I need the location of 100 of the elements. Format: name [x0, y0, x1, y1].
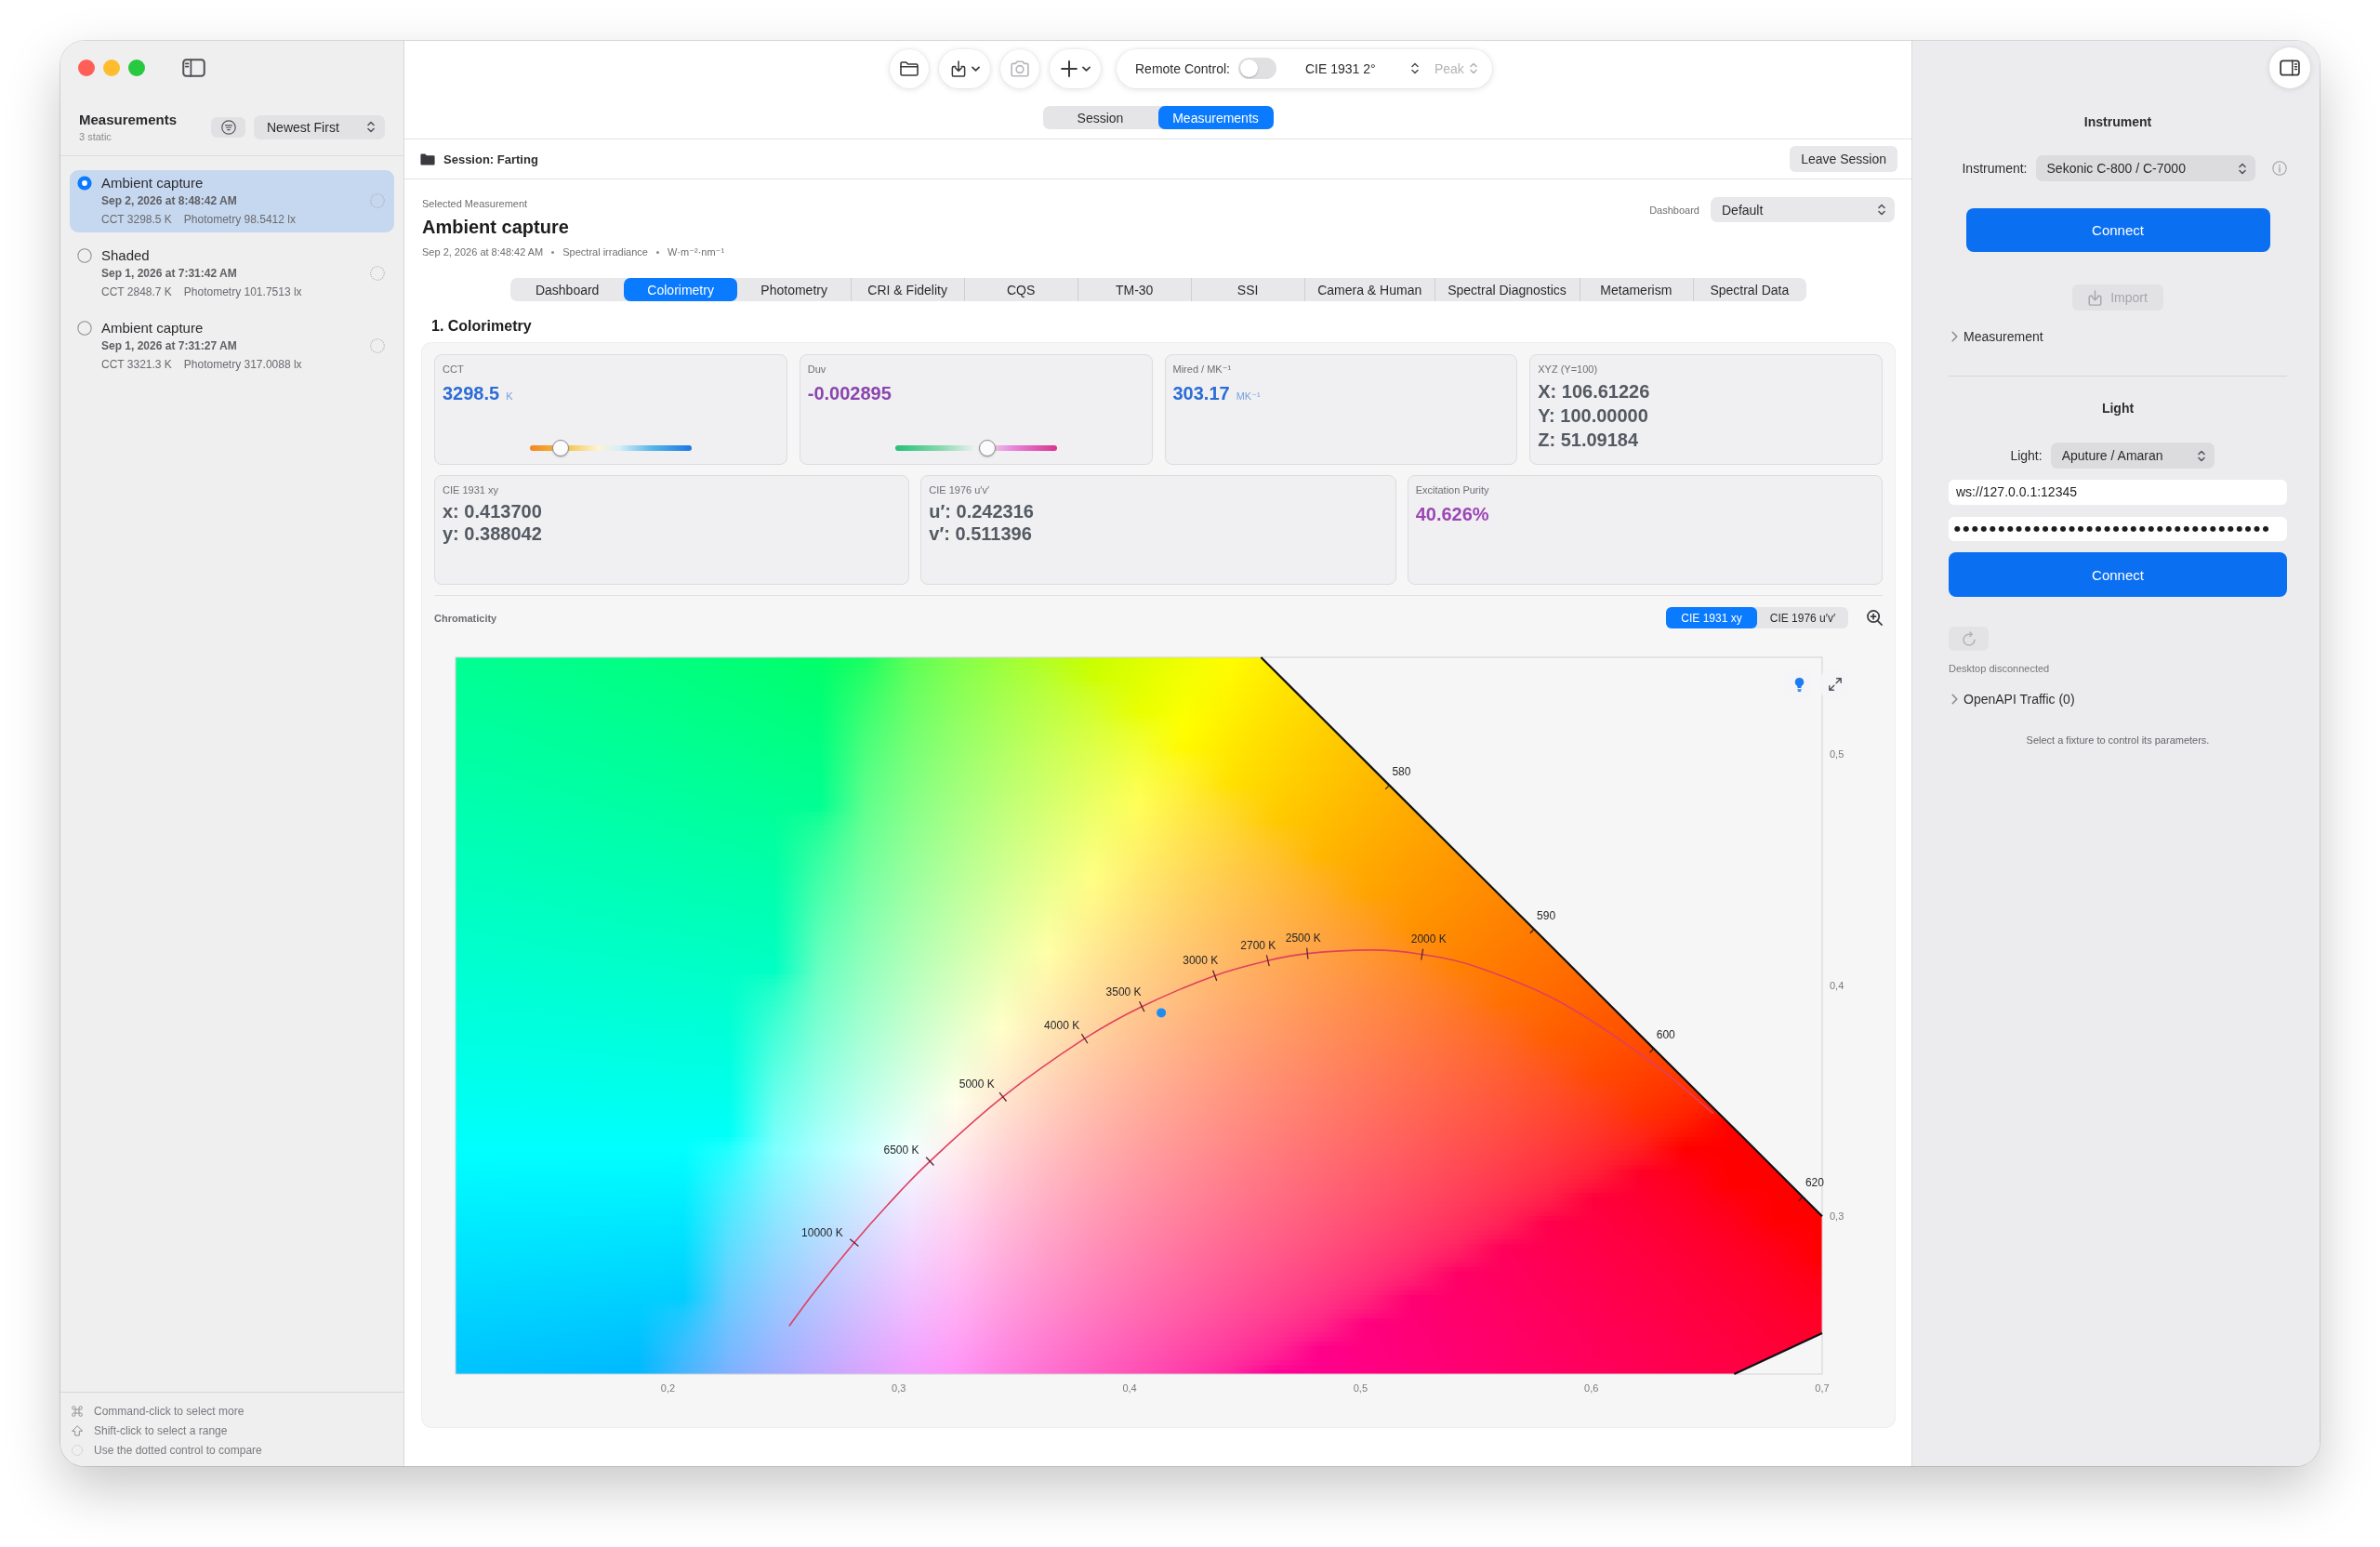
view-tab[interactable]: Measurements	[1157, 106, 1274, 129]
axis-tick-label: 0,7	[1815, 1382, 1830, 1394]
measurement-row[interactable]: Shaded Sep 1, 2026 at 7:31:42 AM CCT 2848.7 K Photometry 101.7513 lx	[70, 243, 394, 305]
cct-reading: CCT 3321.3 K	[101, 357, 172, 373]
tray-arrow-icon	[2088, 289, 2103, 306]
cct-label: 4000 K	[1044, 1018, 1080, 1032]
metric-line: X: 106.61226	[1538, 380, 1651, 403]
gauge-thumb[interactable]	[978, 440, 996, 456]
dotted-circle-icon[interactable]	[370, 266, 385, 281]
info-icon[interactable]	[2271, 161, 2287, 176]
leave-session-button[interactable]: Leave Session	[1790, 146, 1897, 172]
cct-reading: CCT 2848.7 K	[101, 284, 172, 300]
sidebar-title: Measurements	[79, 110, 178, 129]
open-folder-button[interactable]	[890, 48, 929, 88]
minimize-button[interactable]	[103, 60, 120, 76]
lightbulb-icon	[1793, 676, 1805, 693]
measurement-row[interactable]: Ambient capture Sep 1, 2026 at 7:31:27 AM CCT 3321.3 K Photometry 317.0088 lx	[70, 315, 394, 377]
tray-arrow-icon	[949, 60, 968, 77]
zoom-in-icon[interactable]	[1867, 610, 1883, 626]
chevron-right-icon	[1951, 331, 1958, 342]
disclosure-toggle[interactable]: Measurement	[1951, 327, 2043, 346]
cct-label: 2700 K	[1240, 938, 1276, 952]
plus-icon	[1060, 60, 1078, 77]
wavelength-label: 620	[1805, 1176, 1824, 1190]
tab[interactable]: TM-30	[1078, 278, 1192, 301]
observer-popup[interactable]: CIE 1931 2°	[1301, 56, 1422, 81]
cct-tick	[998, 1091, 1008, 1103]
measurement-title: Ambient capture	[422, 216, 570, 239]
tab[interactable]: SSI	[1191, 278, 1305, 301]
disclosure-toggle[interactable]: OpenAPI Traffic (0)	[1951, 690, 2075, 708]
hint-text: Use the dotted control to compare	[94, 1443, 262, 1457]
axis-tick-label: 0,3	[1830, 1210, 1844, 1222]
dotted-circle-icon[interactable]	[370, 193, 385, 208]
remote-control-switch[interactable]	[1237, 58, 1276, 79]
tab[interactable]: Photometry	[737, 278, 852, 301]
meta-text: Spectral irradiance	[562, 245, 648, 259]
diagram-tab[interactable]: CIE 1976 u′v′	[1757, 607, 1848, 628]
zoom-button[interactable]	[128, 60, 145, 76]
dashboard-popup[interactable]: Default	[1711, 197, 1895, 222]
measurement-name: Shaded	[101, 247, 151, 264]
dashboard-label: Dashboard	[1649, 204, 1699, 216]
radio-button[interactable]	[77, 248, 92, 263]
metric-line: u′: 0.242316	[929, 500, 1035, 522]
dotted-circle-icon[interactable]	[370, 338, 385, 353]
measurement-name: Ambient capture	[101, 320, 205, 337]
expand-icon	[1829, 678, 1842, 691]
updown-chevron-icon	[1410, 62, 1419, 74]
hint-text: Command-click to select more	[94, 1404, 245, 1418]
connect-button[interactable]: Connect	[1949, 552, 2287, 597]
light-popup[interactable]: Aputure / Amaran	[2050, 443, 2215, 469]
tab[interactable]: Dashboard	[510, 278, 625, 301]
password-field[interactable]: ●●●●●●●●●●●●●●●●●●●●●●●●●●●●●●●●●●●●	[1949, 517, 2287, 541]
tab[interactable]: Spectral Diagnostics	[1435, 278, 1580, 301]
filter-button[interactable]	[211, 116, 245, 138]
instrument-popup[interactable]: Sekonic C-800 / C-7000	[2035, 155, 2255, 181]
gauge-thumb[interactable]	[551, 440, 569, 456]
url-field[interactable]: ws://127.0.0.1:12345	[1949, 480, 2287, 505]
view-tab[interactable]: Session	[1042, 106, 1158, 129]
metric-value: 303.17	[1172, 382, 1230, 405]
measurement-row[interactable]: Ambient capture Sep 2, 2026 at 8:48:42 AM CCT 3298.5 K Photometry 98.5412 lx	[70, 170, 394, 232]
cct-tick	[1138, 1000, 1145, 1012]
tab[interactable]: CQS	[964, 278, 1078, 301]
wavelength-tick	[1384, 784, 1390, 790]
import-menu-button[interactable]	[939, 48, 990, 88]
tab[interactable]: Metamerism	[1579, 278, 1693, 301]
diagram-tab[interactable]: CIE 1931 xy	[1666, 607, 1757, 628]
metric-unit: MK⁻¹	[1236, 390, 1261, 403]
radio-button[interactable]	[77, 176, 92, 191]
connect-button[interactable]: Connect	[1965, 208, 2270, 252]
metric-label: XYZ (Y=100)	[1538, 363, 1599, 376]
wavelength-label: 600	[1656, 1027, 1675, 1041]
tab[interactable]: Camera & Human	[1304, 278, 1435, 301]
metric-line: v′: 0.511396	[929, 522, 1033, 545]
close-button[interactable]	[78, 60, 95, 76]
axis-tick-label: 0,4	[1122, 1382, 1137, 1394]
dotted-circle-icon	[72, 1444, 83, 1456]
cct-label: 2500 K	[1285, 931, 1321, 945]
cct-label: 5000 K	[959, 1078, 995, 1091]
axis-tick-label: 0,5	[1353, 1382, 1368, 1394]
updown-chevron-icon	[2197, 449, 2205, 462]
tab[interactable]: Colorimetry	[624, 278, 738, 301]
radio-button[interactable]	[77, 321, 92, 336]
sidebar-toggle-icon[interactable]	[182, 59, 205, 77]
meta-text: Sep 2, 2026 at 8:48:42 AM	[422, 245, 544, 259]
metric-line: Z: 51.09184	[1538, 429, 1640, 452]
cct-tick	[1212, 970, 1218, 982]
cct-label: 10000 K	[801, 1225, 843, 1239]
camera-icon	[1011, 60, 1029, 77]
metric-label: Excitation Purity	[1415, 483, 1490, 496]
tab[interactable]: Spectral Data	[1692, 278, 1806, 301]
section-heading: Instrument	[2082, 113, 2153, 131]
measurement-name: Ambient capture	[101, 175, 205, 192]
tab[interactable]: CRI & Fidelity	[851, 278, 965, 301]
meta-text: W·m⁻²·nm⁻¹	[668, 245, 725, 259]
metric-line: y: 0.388042	[443, 522, 543, 545]
add-menu-button[interactable]	[1050, 48, 1101, 88]
inspector-toggle-button[interactable]	[2269, 47, 2310, 88]
sort-popup[interactable]: Newest First	[254, 114, 385, 139]
cct-label: 3500 K	[1105, 985, 1142, 999]
filter-icon	[220, 119, 236, 135]
